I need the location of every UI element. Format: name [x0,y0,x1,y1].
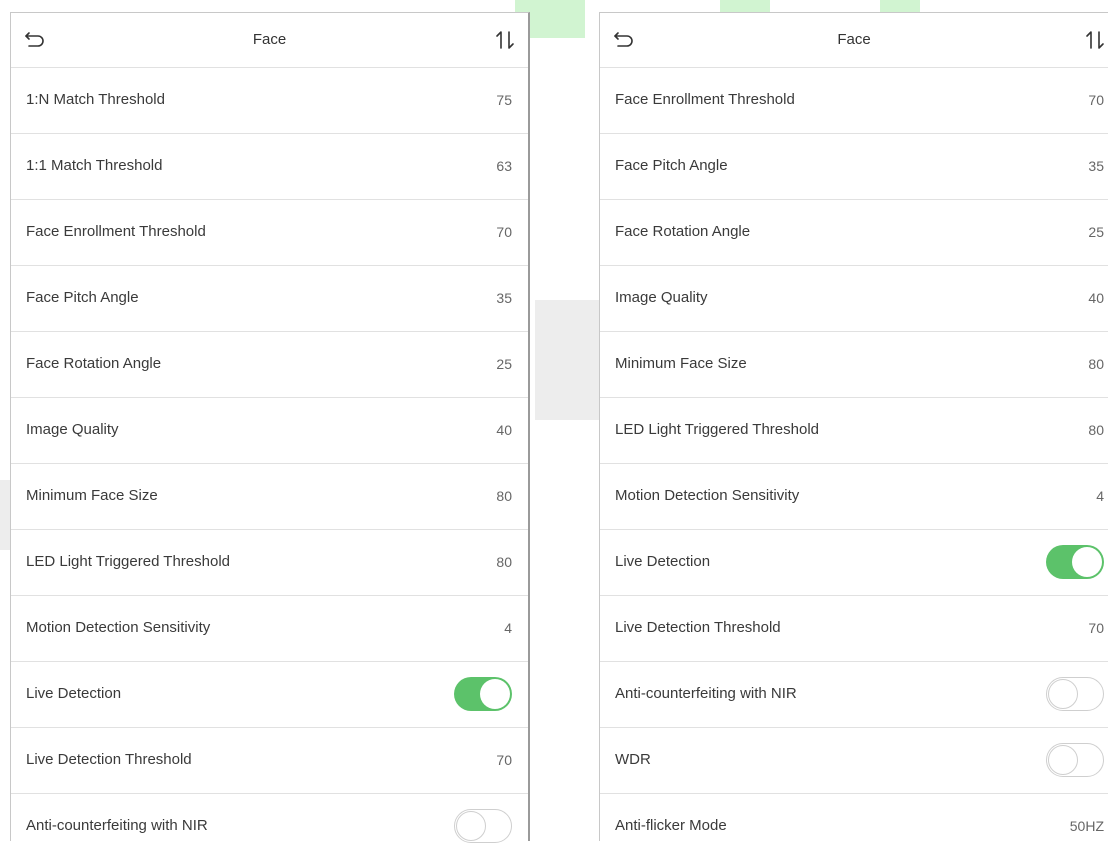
setting-value: 40 [1088,290,1104,306]
setting-label: Anti-counterfeiting with NIR [615,685,797,702]
setting-label: Live Detection [26,685,122,702]
setting-value: 70 [1088,92,1104,108]
setting-row-face-enrollment-threshold[interactable]: Face Enrollment Threshold 70 [11,200,528,266]
setting-value: 63 [496,158,512,174]
setting-value: 80 [1088,356,1104,372]
toggle-knob [456,811,486,841]
setting-label: 1:1 Match Threshold [26,157,163,174]
header: Face [600,13,1108,68]
setting-row-wdr[interactable]: WDR [600,728,1108,794]
setting-label: Face Enrollment Threshold [26,223,206,240]
setting-label: Face Pitch Angle [26,289,139,306]
setting-label: Face Pitch Angle [615,157,728,174]
setting-row-minimum-face-size[interactable]: Minimum Face Size 80 [600,332,1108,398]
face-settings-screen-left: Face 1:N Match Threshold 75 1:1 Match Th… [10,12,530,843]
setting-label: Image Quality [26,421,119,438]
setting-row-live-detection[interactable]: Live Detection [600,530,1108,596]
setting-label: LED Light Triggered Threshold [26,553,231,570]
setting-value: 80 [1088,422,1104,438]
toggle-knob [480,679,510,709]
setting-label: Anti-flicker Mode [615,817,727,834]
toggle-knob [1048,679,1078,709]
settings-list: Face Enrollment Threshold 70 Face Pitch … [600,68,1108,859]
setting-label: Minimum Face Size [26,487,158,504]
setting-row-anti-counterfeiting-nir[interactable]: Anti-counterfeiting with NIR [11,794,528,859]
setting-row-live-detection-threshold[interactable]: Live Detection Threshold 70 [600,596,1108,662]
live-detection-toggle[interactable] [1046,545,1104,579]
setting-row-face-pitch-angle[interactable]: Face Pitch Angle 35 [600,134,1108,200]
setting-label: Motion Detection Sensitivity [615,487,800,504]
setting-value: 25 [496,356,512,372]
setting-row-live-detection[interactable]: Live Detection [11,662,528,728]
setting-label: Face Rotation Angle [26,355,162,372]
setting-value: 70 [496,224,512,240]
sort-button[interactable] [494,29,516,51]
setting-label: Image Quality [615,289,708,306]
setting-row-led-light-triggered-threshold[interactable]: LED Light Triggered Threshold 80 [600,398,1108,464]
setting-value: 35 [1088,158,1104,174]
setting-value: 4 [1096,488,1104,504]
setting-row-image-quality[interactable]: Image Quality 40 [600,266,1108,332]
face-settings-screen-right: Face Face Enrollment Threshold 70 Face P… [599,12,1108,841]
toggle-knob [1072,547,1102,577]
settings-list: 1:N Match Threshold 75 1:1 Match Thresho… [11,68,528,859]
setting-row-anti-flicker-mode[interactable]: Anti-flicker Mode 50HZ [600,794,1108,859]
setting-row-anti-counterfeiting-nir[interactable]: Anti-counterfeiting with NIR [600,662,1108,728]
setting-value: 70 [496,752,512,768]
setting-value: 4 [504,620,512,636]
header: Face [11,13,528,68]
setting-label: Live Detection Threshold [615,619,781,636]
setting-row-minimum-face-size[interactable]: Minimum Face Size 80 [11,464,528,530]
setting-row-1n-match-threshold[interactable]: 1:N Match Threshold 75 [11,68,528,134]
watermark-shape [535,300,605,420]
setting-value: 50HZ [1069,818,1104,834]
setting-row-11-match-threshold[interactable]: 1:1 Match Threshold 63 [11,134,528,200]
setting-label: Anti-counterfeiting with NIR [26,817,208,834]
page-title: Face [837,31,871,48]
setting-row-face-rotation-angle[interactable]: Face Rotation Angle 25 [11,332,528,398]
setting-label: Live Detection [615,553,711,570]
anti-counterfeiting-nir-toggle[interactable] [454,809,512,843]
setting-row-led-light-triggered-threshold[interactable]: LED Light Triggered Threshold 80 [11,530,528,596]
setting-row-face-rotation-angle[interactable]: Face Rotation Angle 25 [600,200,1108,266]
toggle-knob [1048,745,1078,775]
setting-label: Face Rotation Angle [615,223,751,240]
sort-icon [1086,31,1104,49]
setting-label: Motion Detection Sensitivity [26,619,211,636]
setting-label: LED Light Triggered Threshold [615,421,820,438]
setting-value: 70 [1088,620,1104,636]
setting-label: Face Enrollment Threshold [615,91,795,108]
setting-value: 80 [496,488,512,504]
wdr-toggle[interactable] [1046,743,1104,777]
setting-row-image-quality[interactable]: Image Quality 40 [11,398,528,464]
setting-row-face-enrollment-threshold[interactable]: Face Enrollment Threshold 70 [600,68,1108,134]
sort-icon [496,31,514,49]
setting-label: Live Detection Threshold [26,751,192,768]
setting-value: 80 [496,554,512,570]
setting-value: 40 [496,422,512,438]
setting-row-live-detection-threshold[interactable]: Live Detection Threshold 70 [11,728,528,794]
setting-value: 25 [1088,224,1104,240]
setting-row-face-pitch-angle[interactable]: Face Pitch Angle 35 [11,266,528,332]
sort-button[interactable] [1084,29,1106,51]
setting-label: WDR [615,751,651,768]
setting-row-motion-detection-sensitivity[interactable]: Motion Detection Sensitivity 4 [11,596,528,662]
setting-label: Minimum Face Size [615,355,747,372]
live-detection-toggle[interactable] [454,677,512,711]
page-title: Face [252,31,287,48]
setting-value: 35 [496,290,512,306]
setting-label: 1:N Match Threshold [26,91,165,108]
setting-row-motion-detection-sensitivity[interactable]: Motion Detection Sensitivity 4 [600,464,1108,530]
anti-counterfeiting-nir-toggle[interactable] [1046,677,1104,711]
setting-value: 75 [496,92,512,108]
